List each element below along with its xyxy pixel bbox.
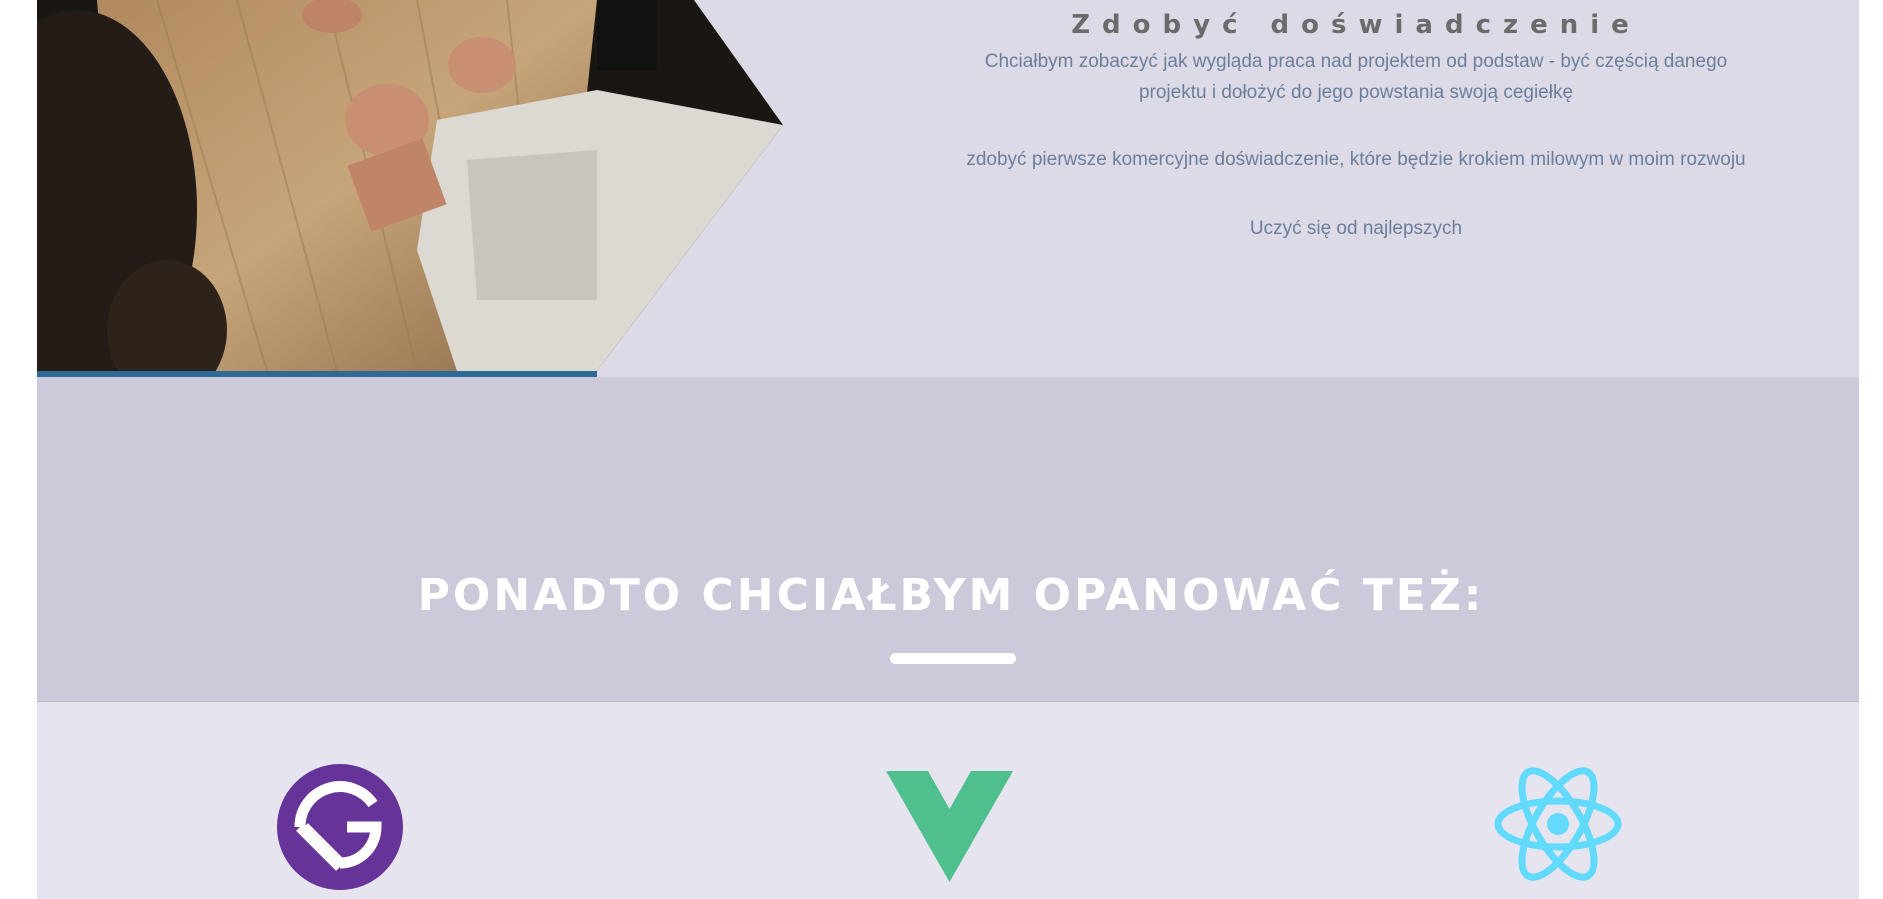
meeting-photo	[37, 0, 783, 377]
experience-section: Zdobyć doświadczenie Chciałbym zobaczyć …	[37, 0, 1859, 377]
technologies-section	[37, 702, 1859, 899]
page: Zdobyć doświadczenie Chciałbym zobaczyć …	[37, 0, 1859, 899]
more-skills-heading: PONADTO CHCIAŁBYM OPANOWAĆ TEŻ:	[417, 570, 1485, 621]
goal-block: Zdobyć doświadczenie Chciałbym zobaczyć …	[872, 0, 1840, 244]
react-logo-icon	[1494, 766, 1622, 882]
goal-paragraph-3: Uczyć się od najlepszych	[1249, 218, 1463, 239]
goal-paragraph-1: Chciałbym zobaczyć jak wygląda praca nad…	[984, 51, 1728, 103]
goal-title: Zdobyć doświadczenie	[1071, 10, 1641, 40]
heading-underline	[890, 653, 1016, 664]
meeting-photo-image	[37, 0, 783, 377]
vue-logo-icon	[886, 771, 1013, 882]
goal-paragraph-2: zdobyć pierwsze komercyjne doświadczenie…	[966, 149, 1746, 170]
gatsby-logo-icon	[277, 764, 403, 890]
